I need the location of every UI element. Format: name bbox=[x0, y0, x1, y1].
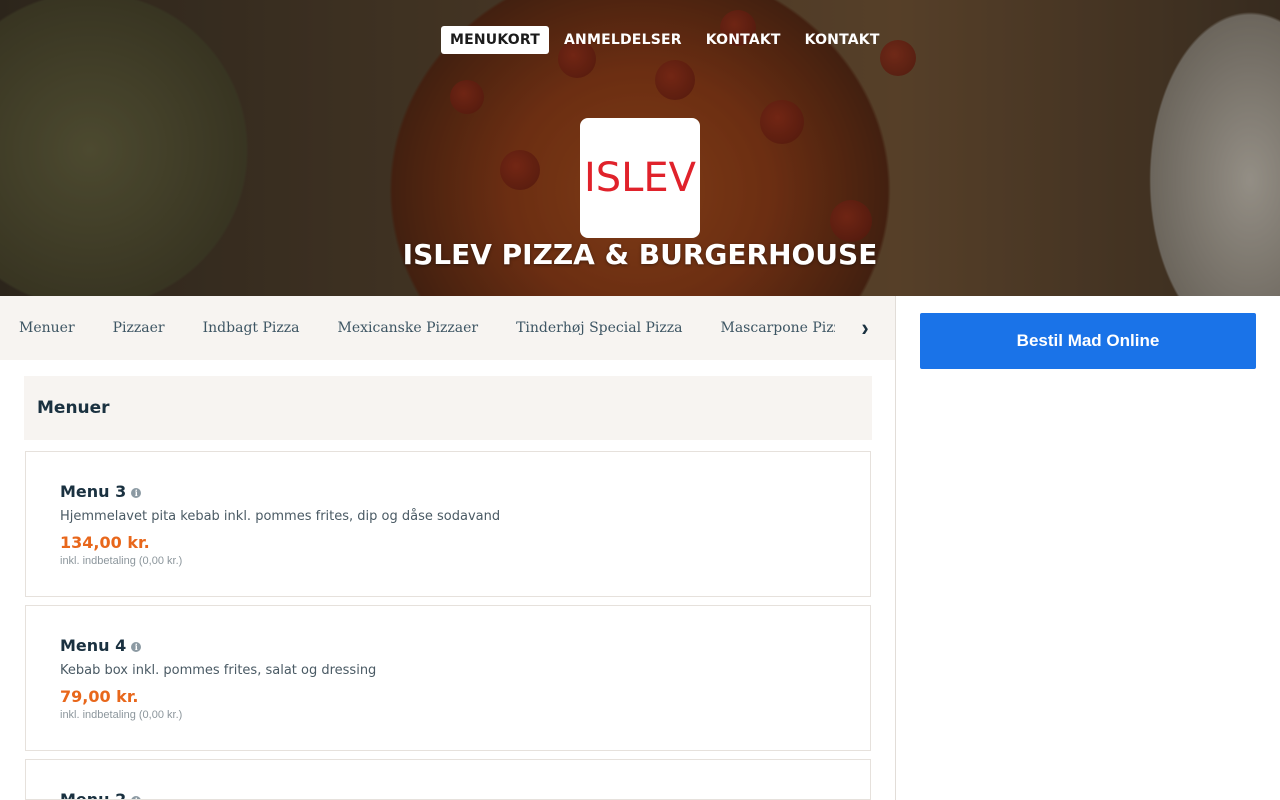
item-fee: inkl. indbetaling (0,00 kr.) bbox=[60, 555, 183, 567]
item-name: Menu 2 bbox=[60, 790, 127, 800]
category-mexicanske-pizzaer[interactable]: Mexicanske Pizzaer bbox=[337, 320, 478, 336]
category-bar: Menuer Pizzaer Indbagt Pizza Mexicanske … bbox=[0, 296, 895, 360]
nav-menukort[interactable]: MENUKORT bbox=[441, 26, 550, 54]
nav-anmeldelser[interactable]: ANMELDELSER bbox=[555, 26, 691, 54]
nav-kontakt[interactable]: KONTAKT bbox=[697, 26, 790, 54]
item-name: Menu 3 bbox=[60, 482, 127, 501]
info-icon[interactable]: i bbox=[131, 641, 142, 652]
item-description: Hjemmelavet pita kebab inkl. pommes frit… bbox=[60, 509, 501, 524]
hero-banner: MENUKORT ANMELDELSER KONTAKT KONTAKT ISL… bbox=[0, 0, 1280, 296]
item-name: Menu 4 bbox=[60, 636, 127, 655]
restaurant-logo: ISLEV bbox=[580, 118, 700, 238]
category-indbagt-pizza[interactable]: Indbagt Pizza bbox=[203, 320, 300, 336]
menu-item[interactable]: Menu 3 i Hjemmelavet pita kebab inkl. po… bbox=[25, 451, 871, 597]
info-icon[interactable]: i bbox=[131, 487, 142, 498]
menu-item[interactable]: Menu 2 i bbox=[25, 759, 871, 800]
order-online-button[interactable]: Bestil Mad Online bbox=[920, 313, 1256, 369]
top-navigation: MENUKORT ANMELDELSER KONTAKT KONTAKT bbox=[441, 26, 895, 54]
category-menuer[interactable]: Menuer bbox=[19, 320, 75, 336]
category-pizzaer[interactable]: Pizzaer bbox=[113, 320, 165, 336]
info-icon[interactable]: i bbox=[131, 795, 142, 799]
category-next-button[interactable]: › bbox=[835, 296, 895, 360]
menu-item[interactable]: Menu 4 i Kebab box inkl. pommes frites, … bbox=[25, 605, 871, 751]
category-tinderhoj-special-pizza[interactable]: Tinderhøj Special Pizza bbox=[516, 320, 682, 336]
section-title: Menuer bbox=[37, 398, 110, 418]
section-header: Menuer bbox=[24, 376, 872, 440]
chevron-right-icon: › bbox=[861, 313, 869, 342]
item-fee: inkl. indbetaling (0,00 kr.) bbox=[60, 709, 183, 721]
logo-text: ISLEV bbox=[583, 155, 697, 201]
column-divider bbox=[895, 296, 896, 800]
item-price: 134,00 kr. bbox=[60, 533, 150, 552]
nav-kontakt-2[interactable]: KONTAKT bbox=[796, 26, 889, 54]
item-price: 79,00 kr. bbox=[60, 687, 139, 706]
item-description: Kebab box inkl. pommes frites, salat og … bbox=[60, 663, 377, 678]
restaurant-title: ISLEV PIZZA & BURGERHOUSE bbox=[402, 238, 878, 271]
category-mascarpone-pizza[interactable]: Mascarpone Pizza bbox=[721, 320, 850, 336]
